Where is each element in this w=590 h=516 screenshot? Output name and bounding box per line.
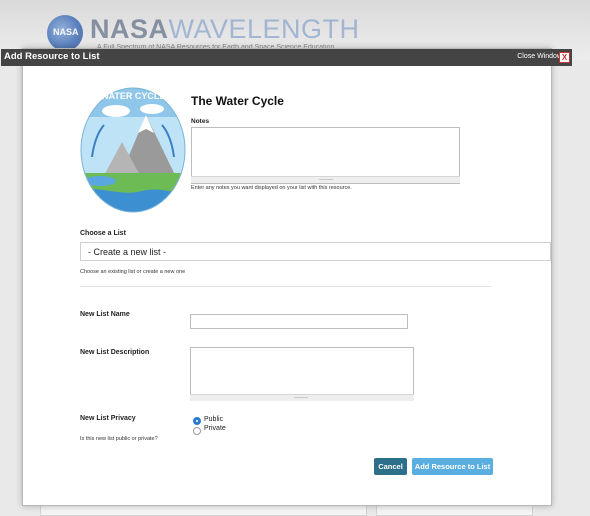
choose-list-help-text: Choose an existing list or create a new … (80, 269, 186, 275)
resource-title: The Water Cycle (191, 94, 284, 108)
privacy-public-label[interactable]: Public (204, 416, 223, 423)
background-panel-right (376, 505, 533, 516)
privacy-public-radio[interactable] (193, 417, 201, 425)
cancel-button[interactable]: Cancel (374, 458, 407, 475)
new-list-name-label: New List Name (80, 311, 130, 318)
nasa-logo: NASA (47, 15, 83, 51)
choose-list-label: Choose a List (80, 230, 126, 237)
thumbnail-label: WATER CYCLE (101, 91, 166, 101)
close-window-link[interactable]: Close Window (517, 53, 562, 60)
brand-bold: NASA (90, 14, 169, 44)
nasa-logo-text: NASA (53, 27, 79, 37)
notes-label: Notes (191, 118, 210, 125)
privacy-private-radio[interactable] (193, 427, 201, 435)
brand-light: WAVELENGTH (168, 14, 360, 44)
choose-list-select[interactable]: - Create a new list - (80, 242, 551, 261)
new-list-description-textarea[interactable] (190, 347, 414, 397)
new-list-description-label: New List Description (80, 349, 150, 356)
notes-help-text: Enter any notes you want displayed on yo… (191, 185, 352, 191)
description-resize-handle[interactable] (190, 394, 414, 401)
brand-wordmark: NASAWAVELENGTH (90, 14, 360, 45)
new-list-name-input[interactable] (190, 314, 408, 329)
background-panel-left (40, 505, 367, 516)
modal-title: Add Resource to List (4, 51, 100, 62)
section-divider (80, 286, 491, 287)
new-list-privacy-label: New List Privacy (80, 415, 136, 422)
close-icon[interactable]: X (559, 52, 570, 63)
water-cycle-thumbnail: WATER CYCLE (80, 87, 186, 213)
notes-resize-handle[interactable] (191, 176, 460, 183)
modal-header: Add Resource to List Close Window X (1, 49, 572, 66)
privacy-private-label[interactable]: Private (204, 425, 226, 432)
add-resource-to-list-button[interactable]: Add Resource to List (412, 458, 493, 475)
privacy-help-text: Is this new list public or private? (80, 436, 158, 442)
add-resource-modal: Add Resource to List Close Window X WATE… (1, 48, 572, 506)
